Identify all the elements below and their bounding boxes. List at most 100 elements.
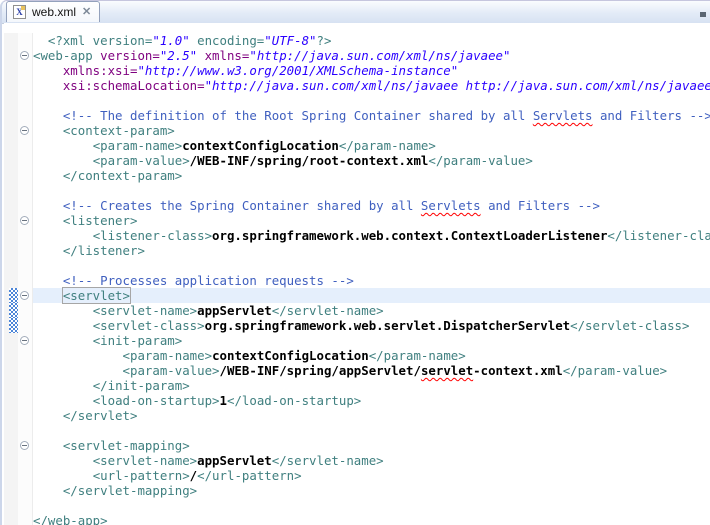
fold-gutter <box>18 498 33 513</box>
code-text: <load-on-startup>1</load-on-startup> <box>33 393 710 408</box>
code-text: <listener-class>org.springframework.web.… <box>33 228 710 243</box>
collapse-minus-icon[interactable] <box>20 216 29 225</box>
marker-gutter <box>4 363 18 378</box>
code-line: <servlet-name>appServlet</servlet-name> <box>4 453 710 468</box>
code-line: <param-value>/WEB-INF/spring/root-contex… <box>4 153 710 168</box>
marker-gutter <box>4 93 18 108</box>
fold-gutter <box>18 363 33 378</box>
fold-gutter <box>18 303 33 318</box>
code-text <box>33 258 710 273</box>
fold-gutter <box>18 378 33 393</box>
code-line: <listener> <box>4 213 710 228</box>
code-line: </context-param> <box>4 168 710 183</box>
marker-gutter <box>4 123 18 138</box>
range-indicator-marker <box>4 318 18 333</box>
fold-gutter <box>18 228 33 243</box>
collapse-minus-icon[interactable] <box>20 441 29 450</box>
fold-gutter <box>18 168 33 183</box>
code-text <box>33 93 710 108</box>
fold-gutter <box>18 423 33 438</box>
fold-gutter <box>18 198 33 213</box>
fold-gutter <box>18 408 33 423</box>
code-line: <!-- The definition of the Root Spring C… <box>4 108 710 123</box>
code-line: <web-app version="2.5" xmlns="http://jav… <box>4 48 710 63</box>
collapse-minus-icon[interactable] <box>20 126 29 135</box>
marker-gutter <box>4 183 18 198</box>
code-text <box>33 183 710 198</box>
code-text: </web-app> <box>33 513 710 525</box>
text-caret <box>130 290 131 302</box>
code-line: <?xml version="1.0" encoding="UTF-8"?> <box>4 33 710 48</box>
tab-web-xml[interactable]: X web.xml ✕ <box>6 1 100 22</box>
fold-gutter <box>18 468 33 483</box>
fold-gutter <box>18 48 33 63</box>
code-line: <param-name>contextConfigLocation</param… <box>4 138 710 153</box>
code-text <box>33 498 710 513</box>
code-text: <!-- Creates the Spring Container shared… <box>33 198 710 213</box>
marker-gutter <box>4 498 18 513</box>
collapse-minus-icon[interactable] <box>20 51 29 60</box>
marker-gutter <box>4 408 18 423</box>
xml-file-icon: X <box>13 5 26 19</box>
fold-gutter <box>18 258 33 273</box>
code-text: xsi:schemaLocation="http://java.sun.com/… <box>33 78 710 93</box>
fold-gutter <box>18 78 33 93</box>
range-indicator-marker <box>4 288 18 303</box>
marker-gutter <box>4 108 18 123</box>
editor-area[interactable]: <?xml version="1.0" encoding="UTF-8"?><w… <box>4 23 710 525</box>
range-indicator-marker <box>4 303 18 318</box>
view-menu-icon[interactable] <box>700 12 706 17</box>
code-line: <servlet-name>appServlet</servlet-name> <box>4 303 710 318</box>
marker-gutter <box>4 228 18 243</box>
code-text: <servlet-name>appServlet</servlet-name> <box>33 453 710 468</box>
fold-gutter <box>18 348 33 363</box>
code-text: <init-param> <box>33 333 710 348</box>
fold-gutter <box>18 318 33 333</box>
code-line: <param-name>contextConfigLocation</param… <box>4 348 710 363</box>
code-line: </init-param> <box>4 378 710 393</box>
fold-gutter <box>18 63 33 78</box>
code-text <box>33 423 710 438</box>
code-text: <?xml version="1.0" encoding="UTF-8"?> <box>33 33 710 48</box>
marker-gutter <box>4 78 18 93</box>
fold-gutter <box>18 93 33 108</box>
marker-gutter <box>4 468 18 483</box>
fold-gutter <box>18 108 33 123</box>
fold-gutter <box>18 243 33 258</box>
code-text: <servlet-mapping> <box>33 438 710 453</box>
code-line: <init-param> <box>4 333 710 348</box>
collapse-minus-icon[interactable] <box>20 336 29 345</box>
marker-gutter <box>4 63 18 78</box>
code-text: </servlet> <box>33 408 710 423</box>
marker-gutter <box>4 483 18 498</box>
fold-gutter <box>18 153 33 168</box>
fold-gutter <box>18 273 33 288</box>
tab-close-icon[interactable]: ✕ <box>82 7 91 18</box>
code-line: xmlns:xsi="http://www.w3.org/2001/XMLSch… <box>4 63 710 78</box>
marker-gutter <box>4 378 18 393</box>
fold-gutter <box>18 438 33 453</box>
marker-gutter <box>4 213 18 228</box>
marker-gutter <box>4 198 18 213</box>
code-line: <context-param> <box>4 123 710 138</box>
code-text: <param-value>/WEB-INF/spring/appServlet/… <box>33 363 710 378</box>
code-text: xmlns:xsi="http://www.w3.org/2001/XMLSch… <box>33 63 710 78</box>
marker-gutter <box>4 513 18 525</box>
code-line <box>4 498 710 513</box>
code-line <box>4 93 710 108</box>
tab-title: web.xml <box>32 5 76 19</box>
code-line: <url-pattern>/</url-pattern> <box>4 468 710 483</box>
xml-icon-letter: X <box>16 7 23 17</box>
collapse-minus-icon[interactable] <box>20 291 29 300</box>
code-line: </servlet-mapping> <box>4 483 710 498</box>
code-text: <!-- Processes application requests --> <box>33 273 710 288</box>
code-text: <param-value>/WEB-INF/spring/root-contex… <box>33 153 710 168</box>
code-line: <param-value>/WEB-INF/spring/appServlet/… <box>4 363 710 378</box>
marker-gutter <box>4 48 18 63</box>
marker-gutter <box>4 423 18 438</box>
code-line: <servlet-class>org.springframework.web.s… <box>4 318 710 333</box>
marker-gutter <box>4 393 18 408</box>
marker-gutter <box>4 273 18 288</box>
fold-gutter <box>18 513 33 525</box>
marker-gutter <box>4 453 18 468</box>
